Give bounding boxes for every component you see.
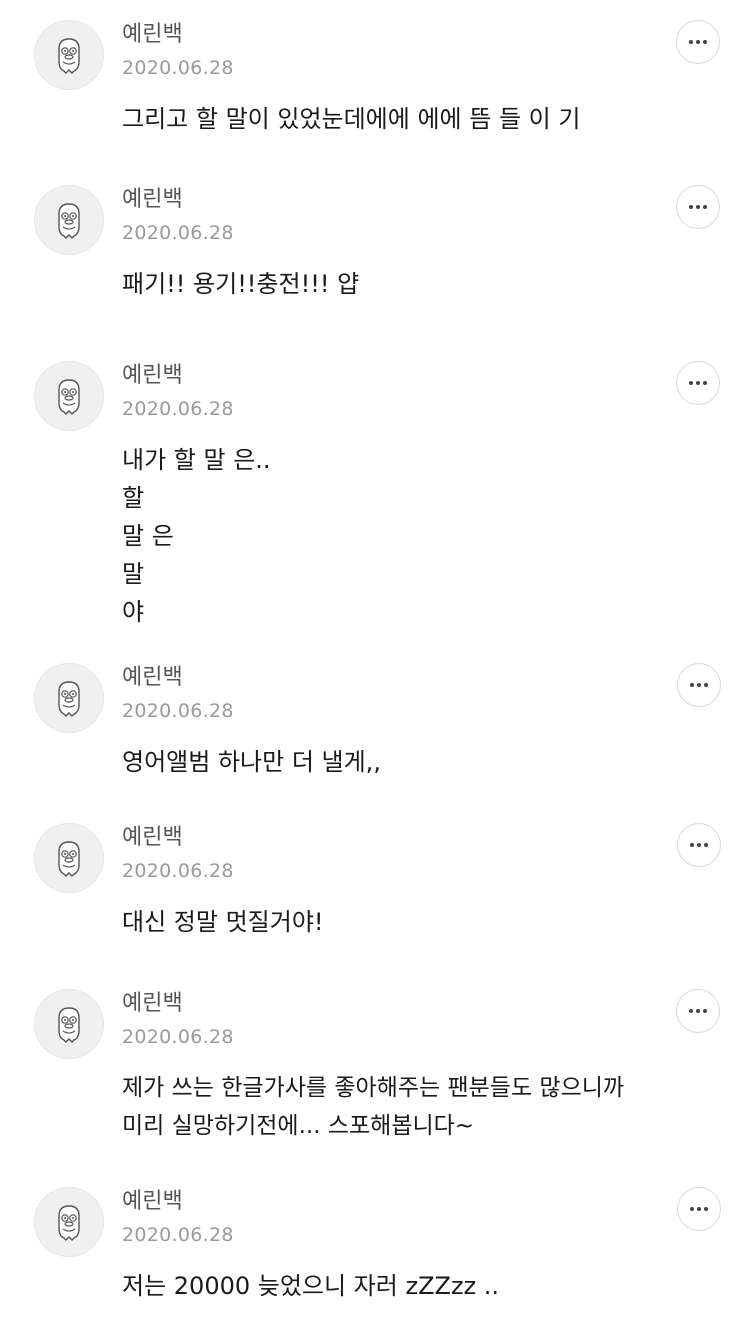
comment-username[interactable]: 예린백 bbox=[122, 363, 183, 389]
comment-text: 패기!! 용기!!충전!!! 얍 bbox=[122, 265, 359, 303]
more-options-button[interactable] bbox=[677, 663, 721, 707]
more-options-button[interactable] bbox=[676, 20, 720, 64]
comment-username[interactable]: 예린백 bbox=[122, 665, 183, 691]
comment-date: 2020.06.28 bbox=[122, 398, 234, 420]
comment-line: 말 은 bbox=[122, 522, 174, 550]
avatar[interactable] bbox=[34, 185, 104, 255]
comment-text: 저는 20000 늦었으니 자러 zZZzz .. bbox=[122, 1267, 499, 1305]
avatar[interactable] bbox=[34, 1187, 104, 1257]
comment-text: 제가 쓰는 한글가사를 좋아해주는 팬분들도 많으니까 미리 실망하기전에...… bbox=[122, 1069, 624, 1145]
comment-username[interactable]: 예린백 bbox=[122, 22, 183, 48]
more-options-icon bbox=[689, 40, 707, 44]
cartoon-face-icon bbox=[52, 1004, 86, 1044]
avatar[interactable] bbox=[34, 663, 104, 733]
comment-text: 내가 할 말 은.. 할 말 은 말 야 bbox=[122, 441, 271, 631]
more-options-button[interactable] bbox=[677, 823, 721, 867]
comment-username[interactable]: 예린백 bbox=[122, 825, 183, 851]
more-options-icon bbox=[689, 1009, 707, 1013]
comment-text: 그리고 할 말이 있었눈데에에 에에 뜸 들 이 기 bbox=[122, 100, 580, 138]
comment-line: 패기!! 용기!!충전!!! 얍 bbox=[122, 270, 360, 298]
comment-date: 2020.06.28 bbox=[122, 222, 234, 244]
comment-line: 그리고 할 말이 있었눈데에에 에에 뜸 들 이 기 bbox=[122, 105, 581, 133]
comment-username[interactable]: 예린백 bbox=[122, 991, 183, 1017]
cartoon-face-icon bbox=[52, 678, 86, 718]
avatar[interactable] bbox=[34, 20, 104, 90]
more-options-button[interactable] bbox=[676, 361, 720, 405]
comment-line: 내가 할 말 은.. bbox=[122, 446, 271, 474]
cartoon-face-icon bbox=[52, 1202, 86, 1242]
comment-date: 2020.06.28 bbox=[122, 1026, 234, 1048]
comment-line: 제가 쓰는 한글가사를 좋아해주는 팬분들도 많으니까 bbox=[122, 1075, 625, 1101]
avatar[interactable] bbox=[34, 823, 104, 893]
comment-line: 할 bbox=[122, 484, 145, 512]
comment-line: 영어앨범 하나만 더 낼게,, bbox=[122, 748, 381, 776]
cartoon-face-icon bbox=[52, 376, 86, 416]
comment-date: 2020.06.28 bbox=[122, 57, 234, 79]
comment-line: 미리 실망하기전에... 스포해봅니다~ bbox=[122, 1113, 475, 1139]
more-options-icon bbox=[689, 381, 707, 385]
more-options-button[interactable] bbox=[677, 1187, 721, 1231]
cartoon-face-icon bbox=[52, 838, 86, 878]
more-options-icon bbox=[690, 683, 708, 687]
comment-date: 2020.06.28 bbox=[122, 700, 234, 722]
more-options-icon bbox=[690, 843, 708, 847]
comment-line: 말 bbox=[122, 560, 145, 588]
more-options-icon bbox=[690, 1207, 708, 1211]
comment-text: 대신 정말 멋질거야! bbox=[122, 903, 324, 941]
avatar[interactable] bbox=[34, 361, 104, 431]
comment-date: 2020.06.28 bbox=[122, 860, 234, 882]
more-options-button[interactable] bbox=[676, 989, 720, 1033]
cartoon-face-icon bbox=[52, 200, 86, 240]
comment-date: 2020.06.28 bbox=[122, 1224, 234, 1246]
comment-line: 야 bbox=[122, 598, 145, 626]
cartoon-face-icon bbox=[52, 35, 86, 75]
comment-text: 영어앨범 하나만 더 낼게,, bbox=[122, 743, 381, 781]
more-options-button[interactable] bbox=[676, 185, 720, 229]
comment-username[interactable]: 예린백 bbox=[122, 1189, 183, 1215]
comment-username[interactable]: 예린백 bbox=[122, 187, 183, 213]
comment-line: 대신 정말 멋질거야! bbox=[122, 908, 324, 936]
avatar[interactable] bbox=[34, 989, 104, 1059]
comment-line: 저는 20000 늦었으니 자러 zZZzz .. bbox=[122, 1272, 500, 1300]
more-options-icon bbox=[689, 205, 707, 209]
